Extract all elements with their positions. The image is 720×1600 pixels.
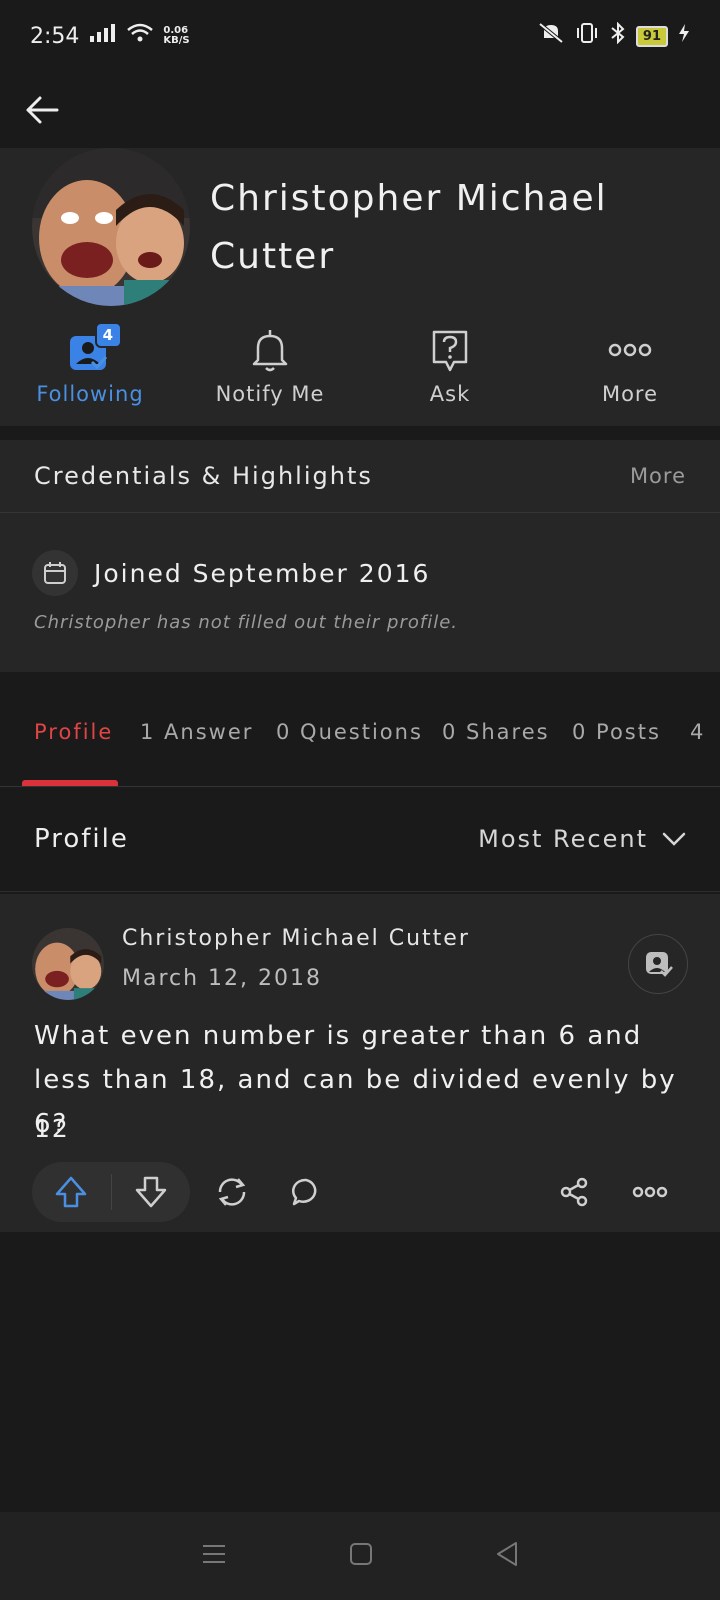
system-nav-bar xyxy=(0,1512,720,1600)
answer-card[interactable]: Christopher Michael Cutter March 12, 201… xyxy=(0,894,720,1232)
arrow-up-icon xyxy=(56,1176,87,1208)
chevron-down-icon xyxy=(662,832,686,846)
more-label: More xyxy=(601,382,659,406)
following-count-badge: 4 xyxy=(94,322,122,348)
system-back-button[interactable] xyxy=(494,1540,520,1572)
author-avatar[interactable] xyxy=(32,928,104,1000)
menu-icon xyxy=(203,1545,225,1563)
ask-label: Ask xyxy=(429,382,471,406)
back-button[interactable] xyxy=(18,86,66,134)
profile-name: Christopher Michael Cutter xyxy=(210,178,608,277)
arrow-down-icon xyxy=(135,1176,166,1208)
profile-header: Christopher Michael Cutter 4 Following N… xyxy=(0,148,720,426)
sort-dropdown[interactable]: Most Recent xyxy=(478,825,686,853)
upvote-button[interactable] xyxy=(32,1162,111,1222)
joined-date: Joined September 2016 xyxy=(94,558,431,588)
share-icon xyxy=(560,1177,588,1207)
share-button[interactable] xyxy=(550,1168,598,1216)
mute-icon xyxy=(538,22,564,50)
notify-me-label: Notify Me xyxy=(215,382,325,406)
tab-answers[interactable]: 1 Answer xyxy=(140,720,253,744)
post-date: March 12, 2018 xyxy=(122,966,323,991)
ask-button[interactable]: Ask xyxy=(360,326,540,416)
top-bar xyxy=(0,72,720,148)
tab-profile[interactable]: Profile xyxy=(34,720,113,744)
profile-avatar[interactable] xyxy=(32,148,190,306)
profile-actions: 4 Following Notify Me Ask More xyxy=(0,322,720,416)
calendar-icon xyxy=(32,550,78,596)
recent-apps-button[interactable] xyxy=(200,1542,228,1570)
more-dots-icon xyxy=(632,1186,668,1198)
post-actions xyxy=(32,1162,688,1222)
user-check-icon xyxy=(646,952,673,977)
home-button[interactable] xyxy=(348,1541,374,1571)
credentials-more-link[interactable]: More xyxy=(630,464,686,488)
battery-indicator: 91 xyxy=(635,25,668,47)
answer-text[interactable]: 12 xyxy=(34,1114,70,1143)
following-icon: 4 xyxy=(66,322,122,374)
downvote-button[interactable] xyxy=(112,1162,191,1222)
filter-bar: Profile Most Recent xyxy=(0,786,720,892)
joined-row: Joined September 2016 xyxy=(32,550,430,596)
author-name[interactable]: Christopher Michael Cutter xyxy=(122,926,470,951)
more-dots-icon xyxy=(606,326,654,374)
question-bubble-icon xyxy=(426,326,474,374)
profile-empty-note: Christopher has not filled out their pro… xyxy=(34,612,458,633)
share-repost-button[interactable] xyxy=(208,1168,256,1216)
credentials-section: Credentials & Highlights More Joined Sep… xyxy=(0,440,720,672)
following-label: Following xyxy=(36,382,144,406)
credentials-title: Credentials & Highlights xyxy=(34,462,373,490)
following-button[interactable]: 4 Following xyxy=(0,322,180,416)
network-speed: 0.06 KB/S xyxy=(163,25,190,46)
refresh-icon xyxy=(218,1178,246,1206)
tab-more-overflow[interactable]: 4 xyxy=(690,720,705,744)
bell-icon xyxy=(246,326,294,374)
wifi-icon xyxy=(127,23,154,49)
notify-me-button[interactable]: Notify Me xyxy=(180,326,360,416)
tab-shares[interactable]: 0 Shares xyxy=(442,720,550,744)
comment-icon xyxy=(291,1178,317,1206)
square-icon xyxy=(350,1543,372,1565)
credentials-header: Credentials & Highlights More xyxy=(0,440,720,513)
triangle-back-icon xyxy=(497,1542,517,1566)
more-button[interactable]: More xyxy=(540,326,720,416)
signal-icon xyxy=(89,23,117,49)
section-label: Profile xyxy=(34,823,129,854)
vibrate-icon xyxy=(574,22,600,50)
status-time: 2:54 xyxy=(30,23,80,49)
post-more-button[interactable] xyxy=(626,1168,674,1216)
tab-posts[interactable]: 0 Posts xyxy=(572,720,661,744)
charging-icon xyxy=(678,23,690,49)
vote-pill xyxy=(32,1162,190,1222)
profile-tabs: Profile 1 Answer 0 Questions 0 Shares 0 … xyxy=(0,690,720,787)
comment-button[interactable] xyxy=(282,1168,330,1216)
follow-author-button[interactable] xyxy=(628,934,688,994)
sort-label: Most Recent xyxy=(478,824,648,853)
bluetooth-icon xyxy=(610,21,626,50)
status-bar: 2:54 0.06 KB/S 91 xyxy=(0,0,720,72)
question-text[interactable]: What even number is greater than 6 and l… xyxy=(34,1014,684,1146)
tab-questions[interactable]: 0 Questions xyxy=(276,720,423,744)
arrow-left-icon xyxy=(26,96,59,124)
